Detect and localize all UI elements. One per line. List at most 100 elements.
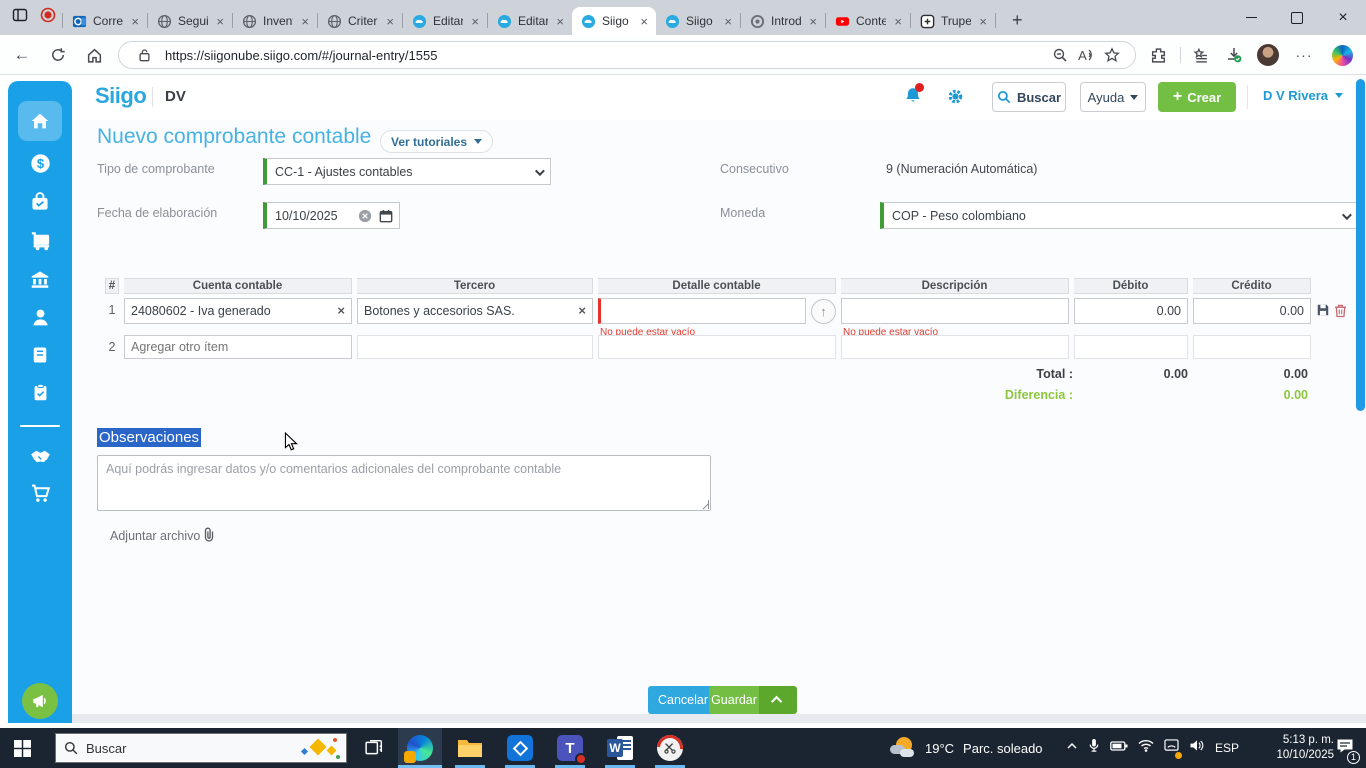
tab-contenido[interactable]: Conte × [826,7,910,35]
detalle-cell[interactable] [598,335,836,359]
tab-close-icon[interactable]: × [977,14,989,29]
back-button[interactable]: ← [10,43,34,67]
copilot-icon[interactable] [1330,43,1354,67]
tab-close-icon[interactable]: × [892,14,904,29]
tab-close-icon[interactable]: × [807,14,819,29]
settings-button[interactable] [946,87,965,111]
taskbar-app-word[interactable]: W [598,728,642,768]
tab-close-icon[interactable]: × [469,14,481,29]
paperclip-icon[interactable] [202,527,216,548]
cast-icon[interactable] [1164,739,1182,759]
tab-close-icon[interactable]: × [384,14,396,29]
observaciones-textarea[interactable] [97,455,711,511]
ver-tutoriales-button[interactable]: Ver tutoriales [380,130,494,153]
descripcion-input[interactable] [841,298,1069,324]
home-button[interactable] [82,43,106,67]
cuenta-input[interactable] [124,298,352,324]
tipo-comprobante-select[interactable]: CC-1 - Ajustes contables [263,158,551,185]
sidebar-item-terceros[interactable] [8,307,72,328]
user-menu[interactable]: D V Rivera [1263,88,1344,103]
url-text[interactable]: https://siigonube.siigo.com/#/journal-en… [165,48,1047,63]
tab-inventario[interactable]: Invent × [233,7,317,35]
calendar-icon[interactable] [379,209,393,226]
refresh-button[interactable] [46,43,70,67]
fecha-input[interactable]: 10/10/2025 [263,202,400,229]
speaker-icon[interactable] [1189,739,1205,757]
read-aloud-icon[interactable]: A [1073,44,1099,66]
task-view-button[interactable] [352,728,396,768]
sidebar-item-bancos[interactable] [8,268,72,290]
sidebar-item-ventas[interactable]: $ [8,153,72,174]
taskbar-app-edge[interactable] [398,728,442,768]
tab-close-icon[interactable]: × [129,14,141,29]
tab-introduccion[interactable]: Introd × [741,7,825,35]
lock-icon[interactable] [131,44,157,66]
sidebar-item-contabilidad[interactable] [8,345,72,365]
start-button[interactable] [0,728,44,768]
tab-close-icon[interactable]: × [214,14,226,29]
clear-cuenta-icon[interactable]: × [337,303,345,319]
language-indicator[interactable]: ESP [1215,741,1239,755]
tray-expand-icon[interactable] [1066,739,1078,757]
clear-tercero-icon[interactable]: × [578,303,586,319]
microphone-icon[interactable] [1088,738,1100,758]
tab-correo[interactable]: Correo × [63,7,147,35]
battery-icon[interactable] [1110,739,1128,757]
moneda-select[interactable]: COP - Peso colombiano [880,202,1358,229]
announcements-button[interactable] [22,683,58,719]
downloads-icon[interactable] [1222,43,1246,67]
guardar-options-button[interactable] [759,686,797,714]
page-scrollbar[interactable] [1356,79,1365,411]
credito-cell[interactable] [1193,335,1311,359]
sidebar-item-inventarios[interactable] [8,229,72,252]
debito-cell[interactable] [1074,335,1188,359]
sidebar-item-tienda[interactable] [8,483,72,504]
debito-input[interactable] [1074,298,1188,324]
window-close-button[interactable]: × [1320,0,1366,35]
taskbar-app-blue-diamond[interactable] [498,728,542,768]
detalle-input[interactable] [598,298,806,324]
resize-handle[interactable] [700,500,709,509]
new-tab-button[interactable]: + [1006,10,1029,31]
action-center-button[interactable]: 1 [1336,728,1360,768]
taskbar-app-snipping[interactable] [648,728,692,768]
zoom-out-icon[interactable] [1047,44,1073,66]
wifi-icon[interactable] [1138,739,1154,757]
window-maximize-button[interactable] [1274,0,1320,35]
tab-editar-2[interactable]: Editar × [488,7,572,35]
tab-siigo-active[interactable]: Siigo N × [572,7,656,35]
tab-trupeer[interactable]: Trupee × [911,7,995,35]
collections-icon[interactable] [1188,43,1212,67]
expand-detalle-button[interactable]: ↑ [811,299,836,324]
tab-close-icon[interactable]: × [299,14,311,29]
tercero-cell[interactable] [357,335,593,359]
taskbar-app-explorer[interactable] [448,728,492,768]
sidebar-item-compras[interactable] [8,191,72,213]
ayuda-button[interactable]: Ayuda [1080,82,1146,112]
window-minimize-button[interactable] [1228,0,1274,35]
sidebar-item-alianzas[interactable] [8,445,72,468]
tab-seguimiento[interactable]: Seguim × [148,7,232,35]
notifications-button[interactable] [903,83,924,111]
descripcion-cell[interactable] [841,335,1069,359]
crear-button[interactable]: + Crear [1158,82,1236,112]
recording-indicator-icon[interactable] [40,7,56,28]
tercero-input[interactable] [357,298,593,324]
agregar-item-input[interactable] [124,335,352,359]
address-bar[interactable]: https://siigonube.siigo.com/#/journal-en… [118,41,1136,69]
tab-siigo-2[interactable]: Siigo N × [656,7,740,35]
browser-menu-icon[interactable]: ··· [1292,43,1316,67]
credito-input[interactable] [1193,298,1311,324]
profile-avatar[interactable] [1256,43,1280,67]
tab-actions-icon[interactable] [12,7,28,28]
tab-close-icon[interactable]: × [722,14,734,29]
taskbar-app-teams[interactable]: T [548,728,592,768]
tab-criterio[interactable]: Criteri × [318,7,402,35]
tab-editar-1[interactable]: Editar × [403,7,487,35]
guardar-button[interactable]: Guardar [709,686,759,714]
tab-close-icon[interactable]: × [638,14,650,29]
tab-close-icon[interactable]: × [554,14,566,29]
taskbar-weather[interactable]: 19°C Parc. soleado [890,728,1043,768]
taskbar-clock[interactable]: 5:13 p. m. 10/10/2025 [1252,733,1334,763]
cancelar-button[interactable]: Cancelar [648,686,719,714]
